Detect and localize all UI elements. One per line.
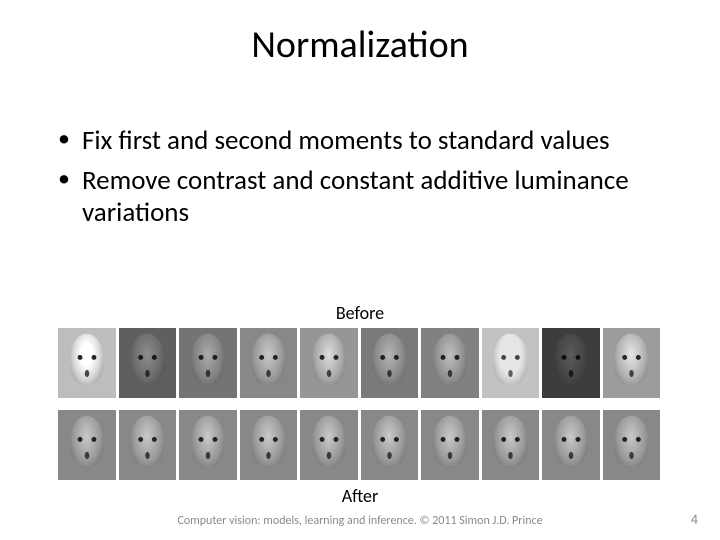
label-before: Before	[0, 302, 720, 324]
face-thumbnail	[300, 328, 358, 398]
bullet-item: Fix first and second moments to standard…	[58, 125, 668, 157]
bullet-list: Fix first and second moments to standard…	[58, 125, 668, 237]
face-thumbnail	[179, 328, 237, 398]
face-thumbnail	[240, 328, 298, 398]
bullet-item: Remove contrast and constant additive lu…	[58, 165, 668, 229]
face-thumbnail	[300, 410, 358, 480]
face-thumbnail	[603, 410, 661, 480]
image-row-after	[58, 410, 660, 480]
face-thumbnail	[421, 328, 479, 398]
face-thumbnail	[361, 328, 419, 398]
face-thumbnail	[58, 410, 116, 480]
face-thumbnail	[58, 328, 116, 398]
face-thumbnail	[179, 410, 237, 480]
face-thumbnail	[482, 410, 540, 480]
label-after: After	[0, 485, 720, 507]
footer-citation: Computer vision: models, learning and in…	[0, 514, 720, 528]
face-thumbnail	[361, 410, 419, 480]
face-thumbnail	[482, 328, 540, 398]
face-thumbnail	[119, 328, 177, 398]
image-row-before	[58, 328, 660, 398]
face-thumbnail	[240, 410, 298, 480]
slide: Normalization Fix first and second momen…	[0, 0, 720, 540]
face-thumbnail	[119, 410, 177, 480]
face-thumbnail	[542, 328, 600, 398]
slide-title: Normalization	[0, 22, 720, 68]
page-number: 4	[691, 511, 698, 528]
face-thumbnail	[603, 328, 661, 398]
face-thumbnail	[421, 410, 479, 480]
face-thumbnail	[542, 410, 600, 480]
